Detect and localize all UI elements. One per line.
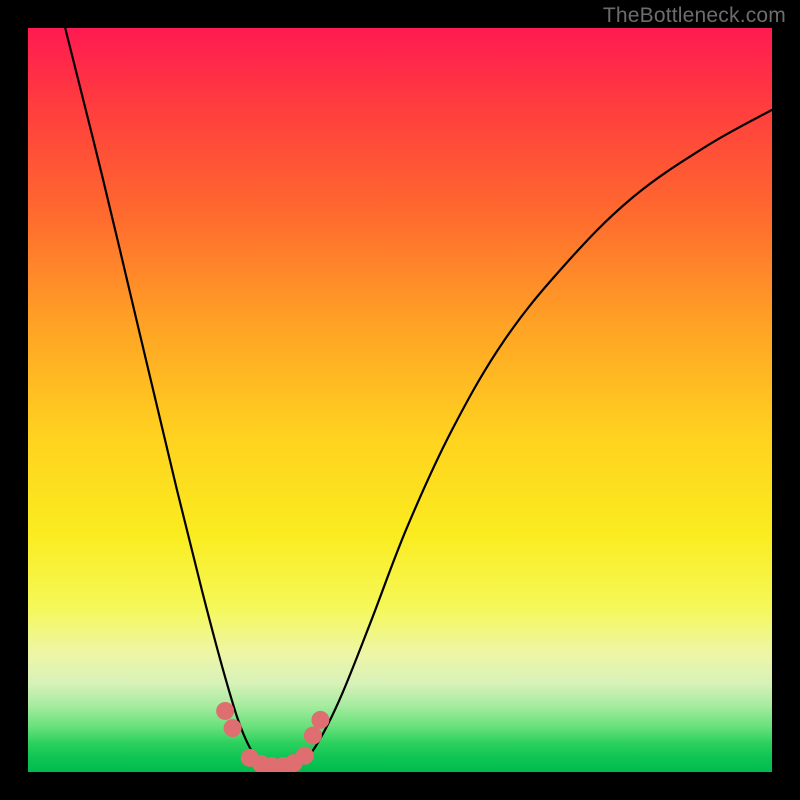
sweet-spot-marker — [311, 711, 329, 729]
bottleneck-curve — [65, 28, 772, 769]
sweet-spot-marker — [296, 747, 314, 765]
sweet-spot-marker — [224, 719, 242, 737]
chart-frame: TheBottleneck.com — [0, 0, 800, 800]
sweet-spot-markers — [216, 702, 329, 772]
plot-area — [28, 28, 772, 772]
chart-svg — [28, 28, 772, 772]
watermark-text: TheBottleneck.com — [603, 4, 786, 28]
sweet-spot-marker — [216, 702, 234, 720]
sweet-spot-marker — [304, 727, 322, 745]
